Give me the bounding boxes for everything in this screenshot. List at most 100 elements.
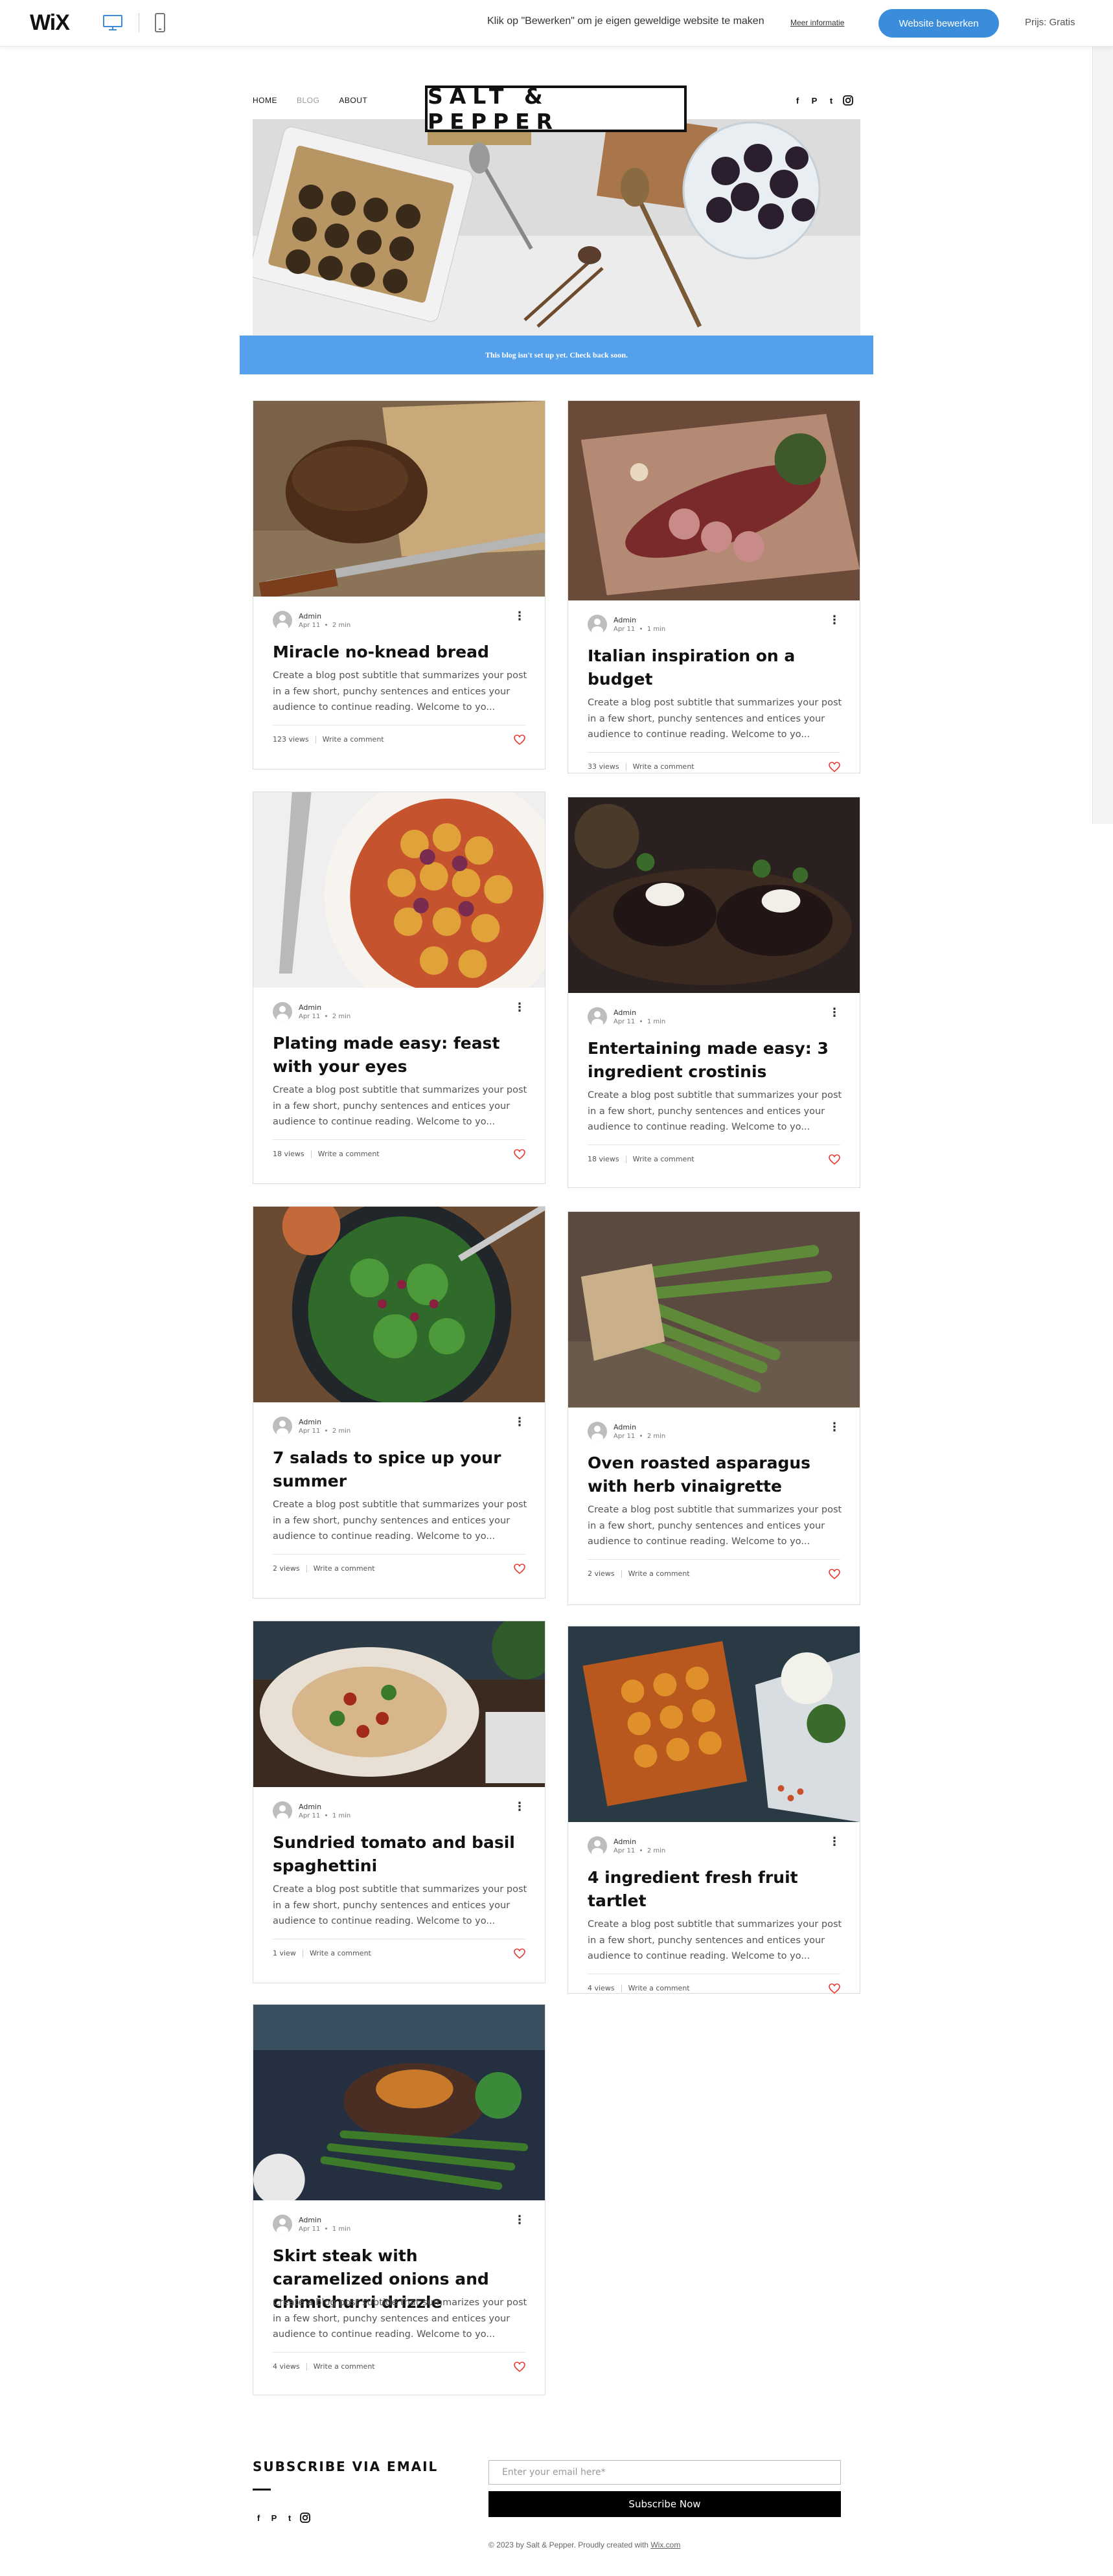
more-options-icon[interactable]: ⋮ xyxy=(514,1417,525,1428)
post-author[interactable]: Admin Apr 11 • 2 min xyxy=(273,1002,350,1021)
post-author[interactable]: Admin Apr 11 • 2 min xyxy=(273,1417,350,1436)
instagram-icon[interactable] xyxy=(299,2512,311,2524)
write-comment-link[interactable]: Write a comment xyxy=(318,1150,380,1158)
post-card[interactable]: Admin Apr 11 • 2 min ⋮ Plating made easy: f… xyxy=(253,792,545,1184)
more-options-icon[interactable]: ⋮ xyxy=(514,1801,525,1813)
author-name[interactable]: Admin xyxy=(299,2216,350,2224)
write-comment-link[interactable]: Write a comment xyxy=(310,1949,371,1957)
scrollbar[interactable] xyxy=(1092,47,1113,824)
post-title[interactable]: Sundried tomato and basil spaghettini xyxy=(273,1831,525,1878)
avatar[interactable] xyxy=(273,2215,292,2234)
post-author[interactable]: Admin Apr 11 • 1 min xyxy=(273,1801,350,1821)
post-title[interactable]: Miracle no-knead bread xyxy=(273,641,525,664)
nav-home[interactable]: HOME xyxy=(253,96,277,105)
post-cover-image[interactable] xyxy=(568,1212,860,1408)
write-comment-link[interactable]: Write a comment xyxy=(628,1984,690,1992)
nav-blog[interactable]: BLOG xyxy=(297,96,319,105)
like-heart-icon[interactable] xyxy=(514,1563,525,1574)
avatar[interactable] xyxy=(273,1002,292,1021)
avatar[interactable] xyxy=(588,615,607,634)
post-cover-image[interactable] xyxy=(568,797,860,993)
like-heart-icon[interactable] xyxy=(829,761,840,772)
post-author[interactable]: Admin Apr 11 • 1 min xyxy=(273,2215,350,2234)
post-card[interactable]: Admin Apr 11 • 1 min ⋮ Entertaining made ea… xyxy=(568,797,860,1188)
post-card[interactable]: Admin Apr 11 • 1 min ⋮ Italian inspiration … xyxy=(568,400,860,773)
post-author[interactable]: Admin Apr 11 • 2 min xyxy=(588,1836,665,1856)
write-comment-link[interactable]: Write a comment xyxy=(314,2362,375,2371)
more-options-icon[interactable]: ⋮ xyxy=(514,2215,525,2226)
post-title[interactable]: 7 salads to spice up your summer xyxy=(273,1446,525,1493)
more-options-icon[interactable]: ⋮ xyxy=(514,611,525,622)
more-options-icon[interactable]: ⋮ xyxy=(829,1422,840,1433)
avatar[interactable] xyxy=(273,611,292,630)
avatar[interactable] xyxy=(588,1836,607,1856)
desktop-view-icon[interactable] xyxy=(102,14,123,31)
avatar[interactable] xyxy=(588,1007,607,1027)
write-comment-link[interactable]: Write a comment xyxy=(633,762,694,771)
post-cover-image[interactable] xyxy=(253,401,545,597)
subscribe-button[interactable]: Subscribe Now xyxy=(488,2491,841,2517)
post-cover-image[interactable] xyxy=(568,401,860,600)
author-name[interactable]: Admin xyxy=(299,1418,350,1426)
pinterest-icon[interactable]: P xyxy=(809,95,820,106)
like-heart-icon[interactable] xyxy=(514,2361,525,2372)
edit-website-button[interactable]: Website bewerken xyxy=(878,9,999,38)
author-name[interactable]: Admin xyxy=(614,1423,665,1431)
like-heart-icon[interactable] xyxy=(829,1568,840,1579)
email-field[interactable] xyxy=(488,2460,841,2485)
more-options-icon[interactable]: ⋮ xyxy=(829,615,840,626)
write-comment-link[interactable]: Write a comment xyxy=(314,1564,375,1573)
facebook-icon[interactable]: f xyxy=(253,2512,264,2524)
like-heart-icon[interactable] xyxy=(514,734,525,745)
post-title[interactable]: 4 ingredient fresh fruit tartlet xyxy=(588,1866,840,1913)
avatar[interactable] xyxy=(273,1801,292,1821)
author-name[interactable]: Admin xyxy=(299,612,350,621)
post-card[interactable]: Admin Apr 11 • 1 min ⋮ Sundried tomato and … xyxy=(253,1621,545,1983)
twitter-icon[interactable]: t xyxy=(825,95,837,106)
facebook-icon[interactable]: f xyxy=(792,95,803,106)
author-name[interactable]: Admin xyxy=(614,1838,665,1846)
pinterest-icon[interactable]: P xyxy=(268,2512,280,2524)
post-cover-image[interactable] xyxy=(568,1626,860,1822)
more-options-icon[interactable]: ⋮ xyxy=(514,1002,525,1014)
post-card[interactable]: Admin Apr 11 • 2 min ⋮ 7 salads to spice up… xyxy=(253,1206,545,1599)
post-author[interactable]: Admin Apr 11 • 2 min xyxy=(273,611,350,630)
avatar[interactable] xyxy=(588,1422,607,1441)
site-logo[interactable]: SALT & PEPPER xyxy=(425,84,687,134)
write-comment-link[interactable]: Write a comment xyxy=(323,735,384,744)
more-options-icon[interactable]: ⋮ xyxy=(829,1836,840,1848)
nav-about[interactable]: ABOUT xyxy=(339,96,367,105)
like-heart-icon[interactable] xyxy=(829,1983,840,1994)
post-cover-image[interactable] xyxy=(253,2005,545,2200)
author-name[interactable]: Admin xyxy=(614,1009,665,1017)
like-heart-icon[interactable] xyxy=(514,1148,525,1159)
post-author[interactable]: Admin Apr 11 • 1 min xyxy=(588,1007,665,1027)
post-card[interactable]: Admin Apr 11 • 2 min ⋮ Miracle no-knead bre… xyxy=(253,400,545,769)
post-title[interactable]: Plating made easy: feast with your eyes xyxy=(273,1032,525,1078)
post-author[interactable]: Admin Apr 11 • 2 min xyxy=(588,1422,665,1441)
wix-link[interactable]: Wix.com xyxy=(650,2540,680,2549)
post-title[interactable]: Oven roasted asparagus with herb vinaigr… xyxy=(588,1452,840,1498)
twitter-icon[interactable]: t xyxy=(284,2512,295,2524)
post-author[interactable]: Admin Apr 11 • 1 min xyxy=(588,615,665,634)
post-cover-image[interactable] xyxy=(253,1207,545,1402)
like-heart-icon[interactable] xyxy=(829,1154,840,1165)
instagram-icon[interactable] xyxy=(842,95,854,106)
write-comment-link[interactable]: Write a comment xyxy=(628,1569,690,1578)
write-comment-link[interactable]: Write a comment xyxy=(633,1155,694,1163)
avatar[interactable] xyxy=(273,1417,292,1436)
post-card[interactable]: Admin Apr 11 • 1 min ⋮ Skirt steak with car… xyxy=(253,2004,545,2395)
like-heart-icon[interactable] xyxy=(514,1948,525,1959)
more-info-link[interactable]: Meer informatie xyxy=(790,18,844,27)
post-cover-image[interactable] xyxy=(253,1621,545,1787)
author-name[interactable]: Admin xyxy=(299,1003,350,1012)
mobile-view-icon[interactable] xyxy=(154,12,166,33)
post-title[interactable]: Entertaining made easy: 3 ingredient cro… xyxy=(588,1037,840,1084)
post-cover-image[interactable] xyxy=(253,792,545,988)
author-name[interactable]: Admin xyxy=(299,1803,350,1811)
author-name[interactable]: Admin xyxy=(614,616,665,624)
more-options-icon[interactable]: ⋮ xyxy=(829,1007,840,1019)
post-card[interactable]: Admin Apr 11 • 2 min ⋮ 4 ingredient fresh f… xyxy=(568,1626,860,1994)
post-title[interactable]: Italian inspiration on a budget xyxy=(588,644,840,691)
post-card[interactable]: Admin Apr 11 • 2 min ⋮ Oven roasted asparag… xyxy=(568,1211,860,1605)
